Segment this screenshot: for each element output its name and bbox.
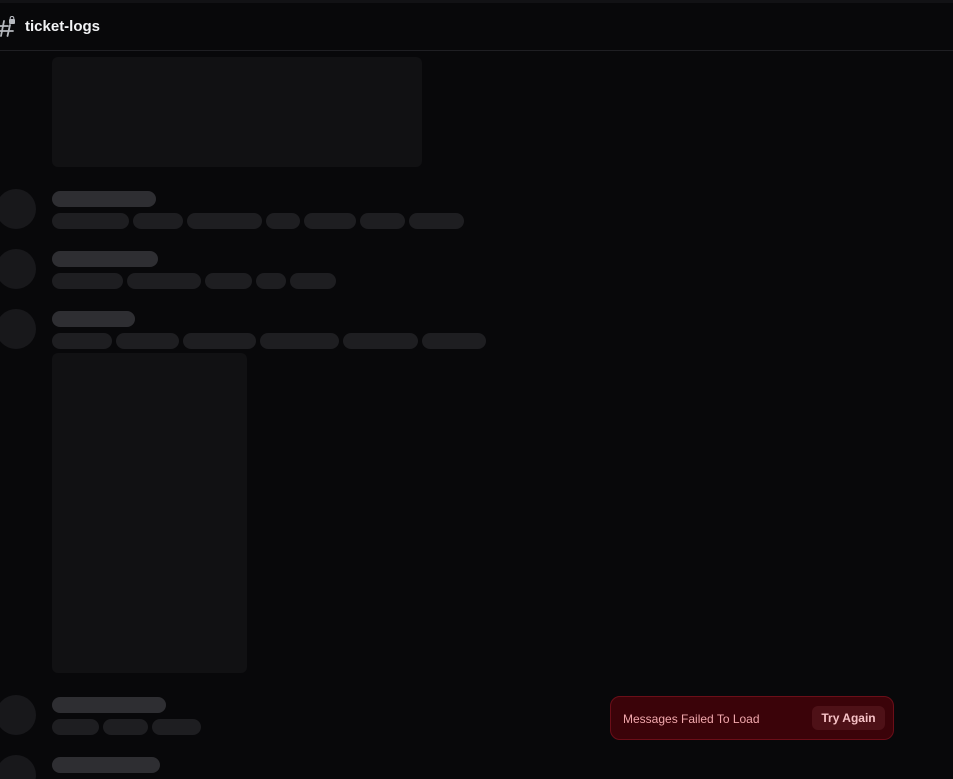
skeleton-word — [52, 213, 129, 229]
channel-header: ticket-logs — [0, 3, 953, 51]
skeleton-word — [266, 213, 300, 229]
skeleton-word — [133, 213, 183, 229]
skeleton-username — [52, 191, 156, 207]
skeleton-avatar — [0, 695, 36, 735]
skeleton-word — [360, 213, 405, 229]
skeleton-word — [127, 273, 201, 289]
skeleton-word — [290, 273, 336, 289]
skeleton-username — [52, 251, 158, 267]
skeleton-avatar — [0, 309, 36, 349]
skeleton-word — [304, 213, 356, 229]
skeleton-avatar — [0, 249, 36, 289]
skeleton-word — [152, 719, 201, 735]
skeleton-word — [116, 333, 179, 349]
skeleton-avatar — [0, 189, 36, 229]
load-error-toast: Messages Failed To Load Try Again — [610, 696, 894, 740]
skeleton-word — [422, 333, 486, 349]
chat-window: ticket-logs Messages Failed To Load Try … — [0, 0, 953, 779]
skeleton-word — [183, 333, 256, 349]
skeleton-word — [409, 213, 464, 229]
skeleton-word — [205, 273, 252, 289]
channel-name[interactable]: ticket-logs — [25, 17, 100, 37]
skeleton-word — [52, 333, 112, 349]
skeleton-word — [52, 273, 123, 289]
skeleton-image-block — [52, 353, 247, 673]
skeleton-username — [52, 697, 166, 713]
skeleton-word — [52, 719, 99, 735]
skeleton-embed-block — [52, 57, 422, 167]
skeleton-username — [52, 311, 135, 327]
skeleton-word — [260, 333, 339, 349]
skeleton-avatar — [0, 755, 36, 779]
skeleton-word — [103, 719, 148, 735]
skeleton-word — [256, 273, 286, 289]
toast-message: Messages Failed To Load — [623, 712, 760, 726]
skeleton-username — [52, 757, 160, 773]
hashtag-lock-icon — [0, 16, 15, 37]
try-again-button[interactable]: Try Again — [812, 706, 885, 730]
skeleton-word — [343, 333, 418, 349]
skeleton-word — [187, 213, 262, 229]
